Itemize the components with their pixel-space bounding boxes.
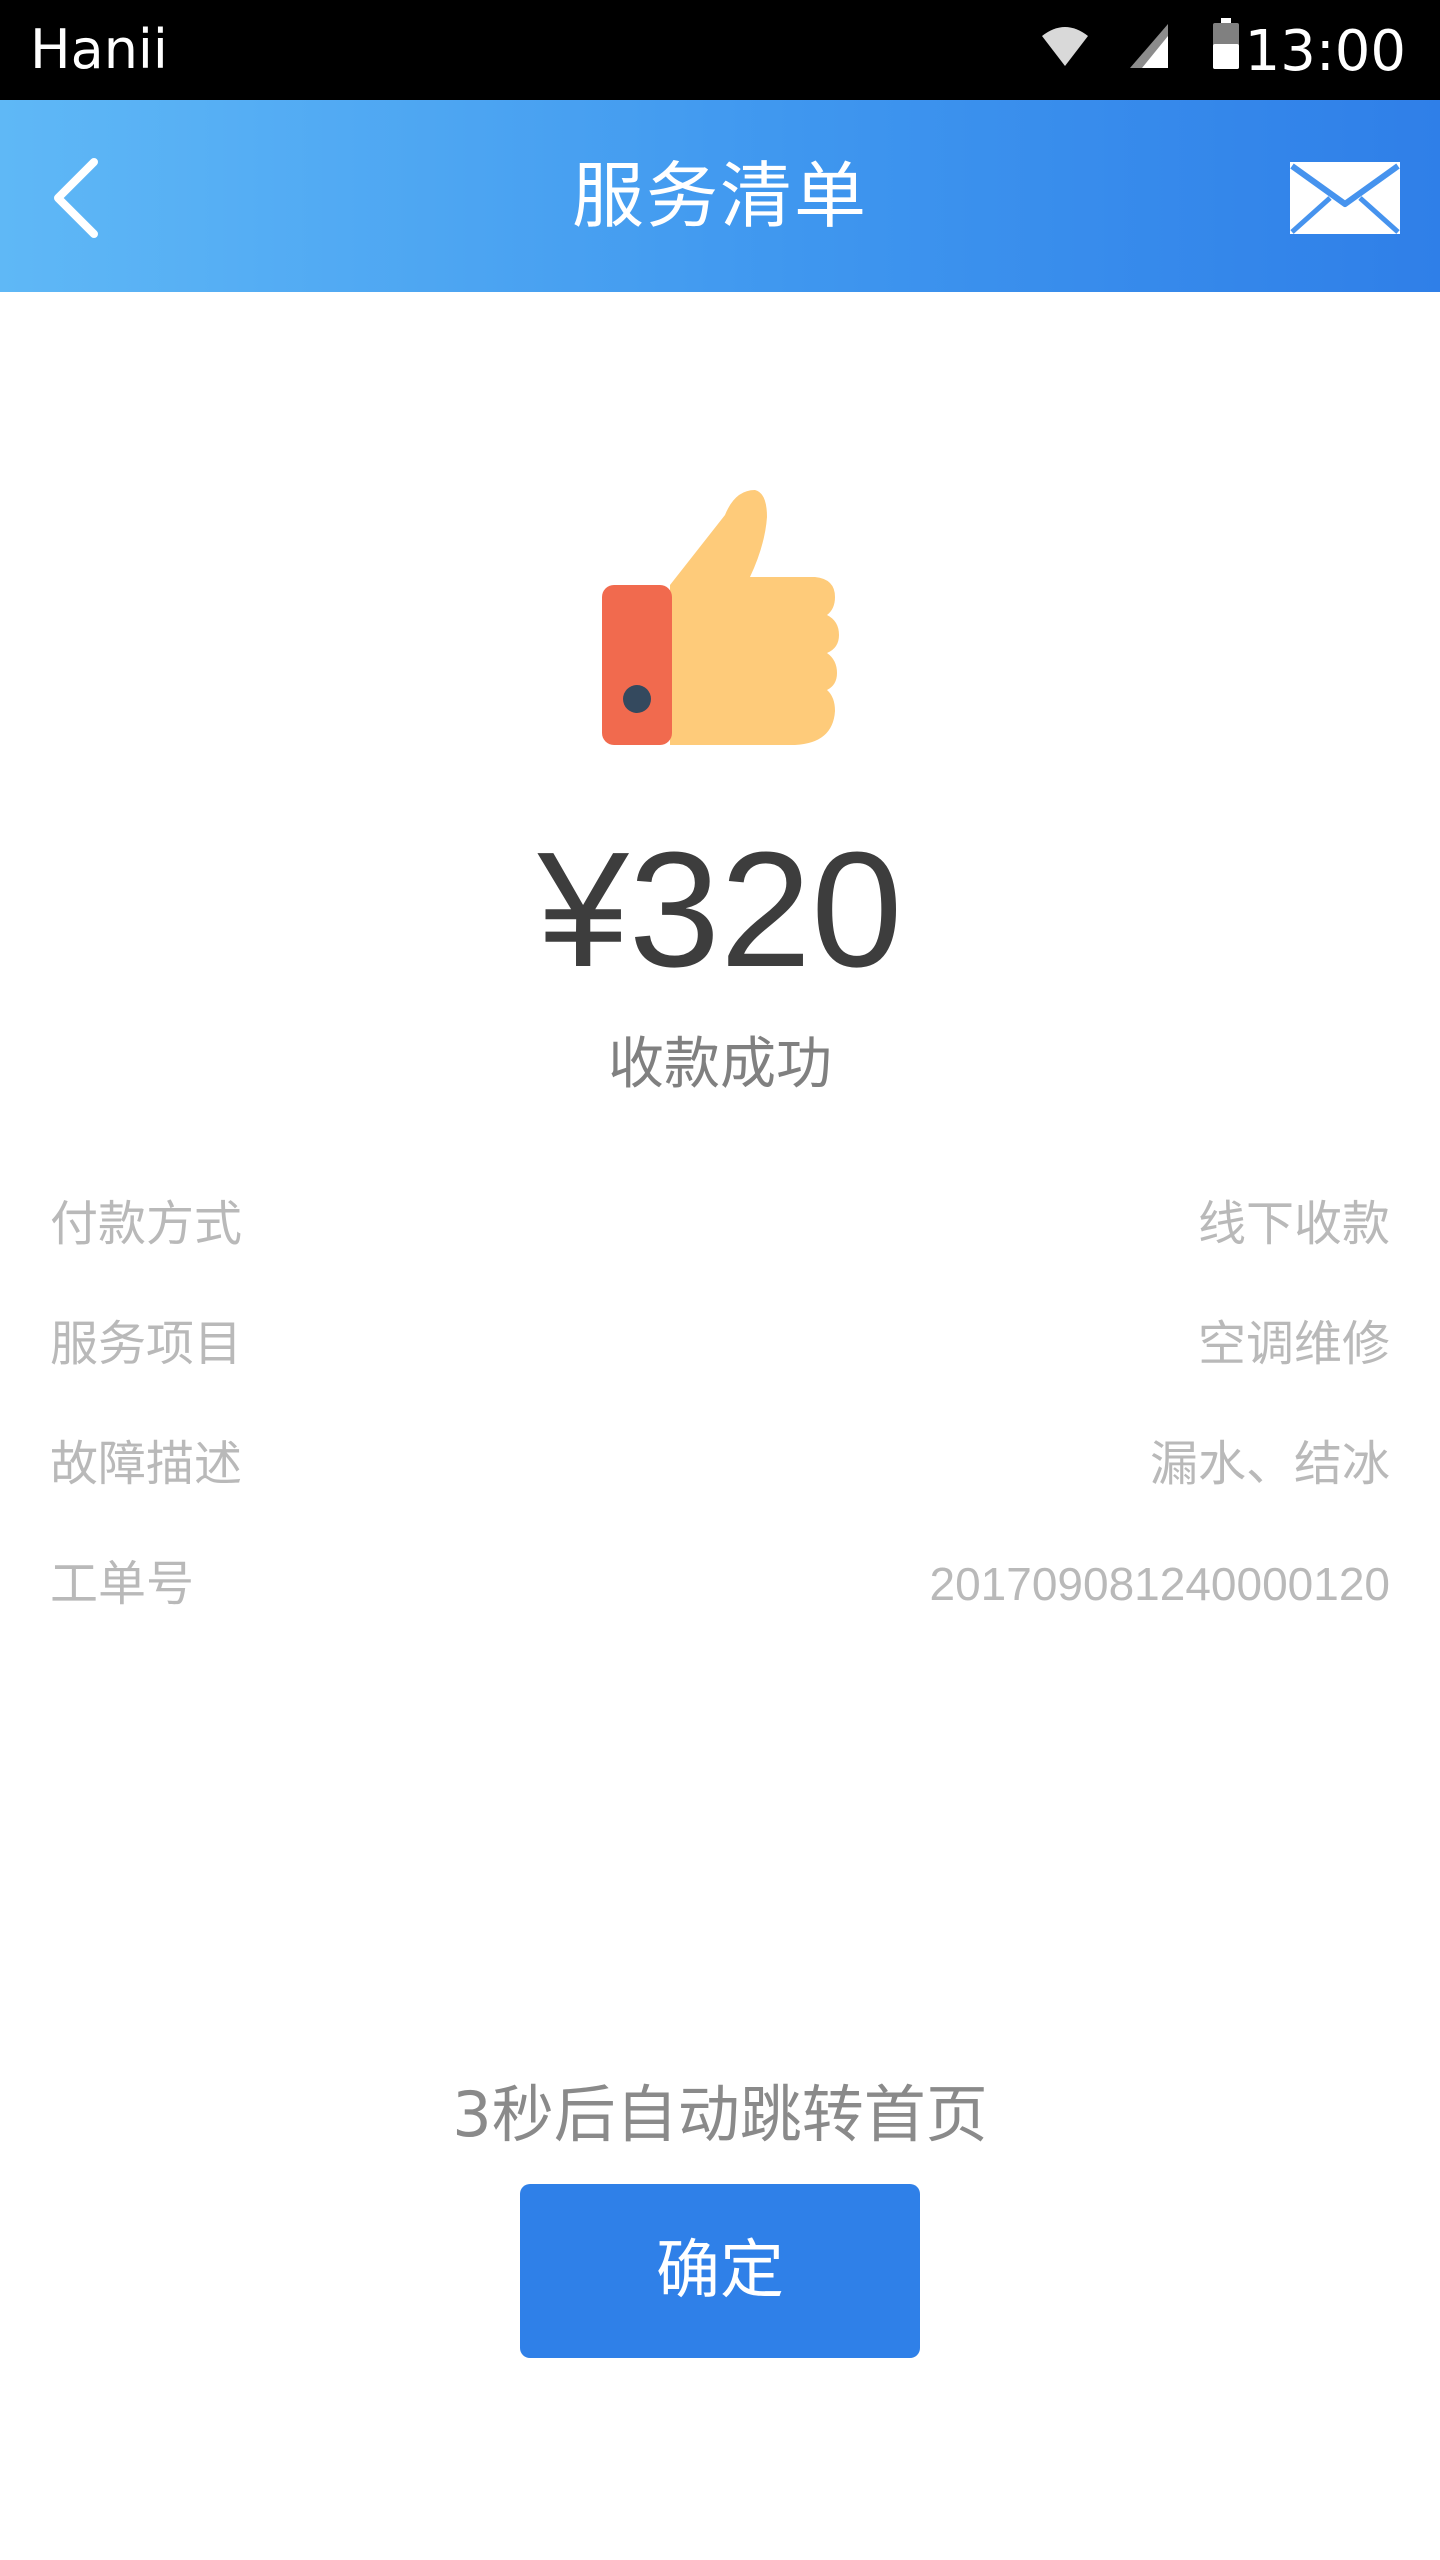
detail-label: 故障描述 bbox=[50, 1436, 243, 1492]
confirm-button[interactable]: 确定 bbox=[520, 2184, 920, 2358]
detail-value: 漏水、结冰 bbox=[1149, 1436, 1390, 1492]
payment-amount: ¥320 bbox=[537, 818, 903, 1001]
page-title: 服务清单 bbox=[571, 154, 868, 238]
detail-label: 服务项目 bbox=[50, 1316, 243, 1372]
payment-status: 收款成功 bbox=[608, 1032, 832, 1097]
detail-label: 付款方式 bbox=[50, 1196, 243, 1252]
mail-icon[interactable] bbox=[1290, 158, 1400, 238]
detail-row-payment-method: 付款方式 线下收款 bbox=[50, 1184, 1390, 1264]
status-bar: Hanii 13:00 bbox=[0, 0, 1440, 100]
detail-row-service-item: 服务项目 空调维修 bbox=[50, 1304, 1390, 1384]
detail-row-order-number: 工单号 201709081240000120 bbox=[50, 1544, 1390, 1624]
status-time: 13:00 bbox=[1244, 19, 1406, 84]
wifi-icon bbox=[1042, 27, 1088, 66]
detail-label: 工单号 bbox=[50, 1556, 195, 1612]
detail-value: 201709081240000120 bbox=[929, 1558, 1391, 1610]
detail-value: 线下收款 bbox=[1197, 1196, 1390, 1252]
thumbs-up-icon bbox=[602, 490, 839, 745]
detail-row-fault-description: 故障描述 漏水、结冰 bbox=[50, 1424, 1390, 1504]
carrier-name: Hanii bbox=[30, 18, 168, 81]
chevron-left-icon[interactable] bbox=[36, 148, 132, 244]
battery-icon bbox=[1213, 18, 1239, 69]
signal-icon bbox=[1130, 24, 1168, 68]
nav-bar: 服务清单 bbox=[0, 100, 1440, 292]
redirect-countdown: 3秒后自动跳转首页 bbox=[452, 2078, 988, 2151]
detail-value: 空调维修 bbox=[1197, 1316, 1390, 1372]
